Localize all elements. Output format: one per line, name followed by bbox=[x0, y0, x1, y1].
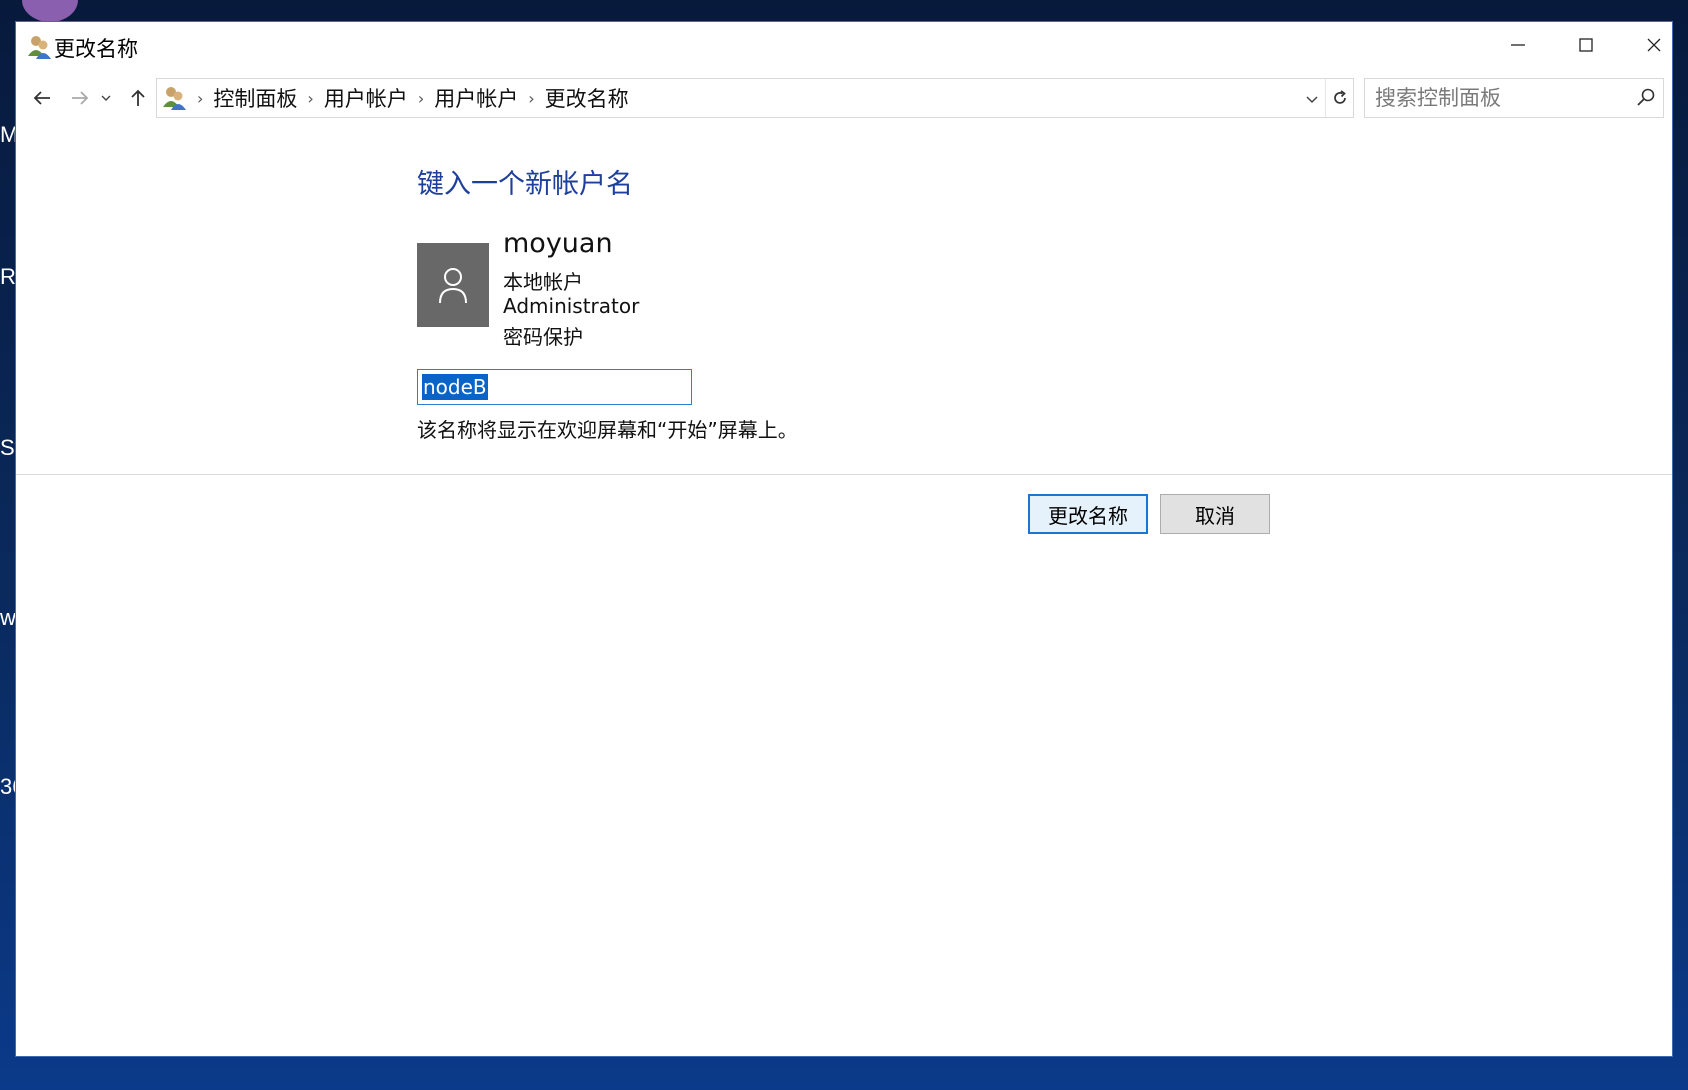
new-account-name-input[interactable]: nodeB bbox=[417, 369, 692, 405]
search-box[interactable] bbox=[1364, 78, 1664, 118]
breadcrumb-separator[interactable]: › bbox=[528, 89, 534, 108]
desktop-user-avatar bbox=[22, 0, 78, 22]
users-icon bbox=[28, 36, 51, 59]
breadcrumb-user-accounts[interactable]: 用户帐户 bbox=[324, 83, 408, 113]
breadcrumb-separator[interactable]: › bbox=[307, 89, 313, 108]
selected-input-text[interactable]: nodeB bbox=[422, 374, 488, 400]
back-button[interactable] bbox=[28, 84, 56, 112]
breadcrumb-separator[interactable]: › bbox=[197, 89, 203, 108]
account-type: 本地帐户 bbox=[503, 270, 583, 294]
account-password-status: 密码保护 bbox=[503, 325, 583, 349]
refresh-button[interactable] bbox=[1325, 79, 1353, 117]
refresh-icon bbox=[1333, 90, 1346, 104]
arrow-up-icon bbox=[131, 89, 145, 106]
close-icon bbox=[1647, 38, 1661, 52]
chevron-down-icon bbox=[101, 95, 111, 101]
breadcrumb-control-panel[interactable]: 控制面板 bbox=[213, 83, 297, 113]
desktop-icon-label[interactable]: w bbox=[0, 605, 16, 631]
arrow-left-icon bbox=[33, 91, 50, 105]
forward-button[interactable] bbox=[66, 84, 94, 112]
title-bar[interactable]: 更改名称 bbox=[16, 22, 1672, 72]
chevron-down-icon bbox=[1306, 96, 1318, 104]
rename-account-window: 更改名称 › 控制面板 › 用户帐户 › 用户帐户 › 更改名称 搜索控制面板 … bbox=[16, 22, 1672, 1056]
breadcrumb-separator[interactable]: › bbox=[418, 89, 424, 108]
name-hint-text: 该名称将显示在欢迎屏幕和“开始”屏幕上。 bbox=[417, 418, 798, 442]
user-icon bbox=[439, 268, 467, 304]
breadcrumb-user-accounts-sub[interactable]: 用户帐户 bbox=[434, 83, 518, 113]
address-bar[interactable]: › 控制面板 › 用户帐户 › 用户帐户 › 更改名称 bbox=[156, 78, 1354, 118]
recent-locations-button[interactable] bbox=[96, 84, 116, 112]
window-title: 更改名称 bbox=[54, 37, 138, 61]
divider bbox=[16, 474, 1672, 475]
arrow-right-icon bbox=[72, 91, 89, 105]
search-input[interactable] bbox=[1365, 86, 1625, 110]
minimize-button[interactable] bbox=[1484, 22, 1552, 68]
navigation-bar: › 控制面板 › 用户帐户 › 用户帐户 › 更改名称 bbox=[16, 78, 1672, 120]
up-button[interactable] bbox=[124, 84, 152, 112]
close-button[interactable] bbox=[1620, 22, 1688, 68]
page-title: 键入一个新帐户名 bbox=[417, 169, 633, 200]
avatar bbox=[417, 243, 489, 327]
search-icon[interactable] bbox=[1635, 87, 1657, 109]
maximize-button[interactable] bbox=[1552, 22, 1620, 68]
account-name: moyuan bbox=[503, 228, 613, 259]
address-history-button[interactable] bbox=[1301, 87, 1323, 111]
account-role: Administrator bbox=[503, 294, 640, 318]
breadcrumb-change-name[interactable]: 更改名称 bbox=[545, 83, 629, 113]
minimize-icon bbox=[1511, 44, 1525, 46]
change-name-button[interactable]: 更改名称 bbox=[1028, 494, 1148, 534]
control-panel-users-icon bbox=[163, 87, 186, 110]
maximize-icon bbox=[1579, 38, 1593, 52]
cancel-button[interactable]: 取消 bbox=[1160, 494, 1270, 534]
